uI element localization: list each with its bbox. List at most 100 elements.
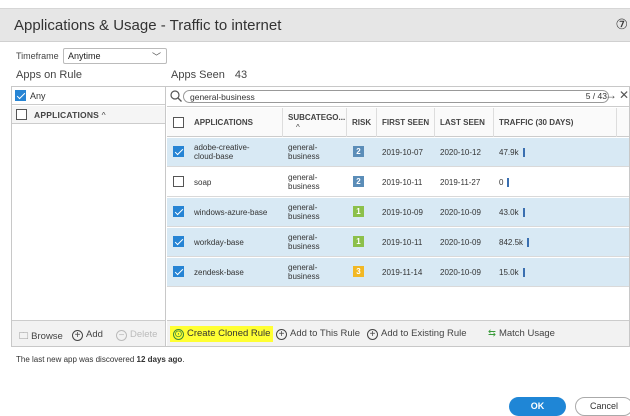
risk-badge: 2 — [353, 146, 364, 157]
apps-seen-pane: general-business 5 / 43 → ✕ APPLICATIONS… — [167, 87, 629, 346]
traffic-bar — [527, 238, 530, 248]
table-row[interactable]: adobe-creative-cloud-base general-busines… — [167, 138, 629, 167]
subcategory: general-business — [288, 233, 320, 251]
risk-cell: 2 — [347, 168, 377, 197]
plus-icon: + — [72, 330, 83, 341]
last-seen: 2020-10-09 — [440, 208, 481, 217]
risk-badge: 1 — [353, 236, 364, 247]
traffic-value: 0 — [499, 178, 504, 187]
search-input[interactable]: general-business — [183, 90, 609, 103]
row-checkbox[interactable] — [173, 146, 184, 157]
any-checkbox[interactable] — [15, 90, 26, 101]
row-checkbox[interactable] — [173, 236, 184, 247]
arrow-right-icon[interactable]: → — [605, 88, 617, 102]
apps-on-rule-pane: Any APPLICATIONS ^ 🗀 Browse + Add − Delete — [12, 87, 166, 346]
last-seen: 2020-10-09 — [440, 238, 481, 247]
app-name: adobe-creative-cloud-base — [194, 143, 250, 161]
apps-seen-actions: ⊙ Create Cloned Rule + Add to This Rule + A… — [167, 320, 629, 346]
apps-on-rule-footer: 🗀 Browse + Add − Delete — [12, 320, 165, 346]
subcategory: general-business — [288, 203, 320, 221]
app-name: soap — [194, 178, 212, 187]
traffic-bar — [522, 208, 525, 218]
first-seen: 2019-11-14 — [382, 268, 423, 277]
traffic-bar — [507, 178, 510, 188]
column-risk[interactable]: RISK — [347, 108, 377, 137]
subcategory: general-business — [288, 143, 320, 161]
search-result-count: 5 / 43 — [585, 91, 607, 101]
browse-button[interactable]: 🗀 Browse — [19, 329, 63, 345]
risk-cell: 3 — [347, 258, 377, 287]
table-row[interactable]: windows-azure-base general-business 1 2019-… — [167, 198, 629, 227]
match-usage-button[interactable]: ⇆ Match Usage — [488, 328, 555, 339]
app-name: workday-base — [194, 238, 244, 247]
search-icon — [170, 90, 182, 102]
apps-on-rule-header: Apps on Rule — [16, 69, 83, 81]
help-icon[interactable]: ⑦ — [612, 16, 628, 34]
traffic-cell: 47.9k — [494, 138, 617, 167]
row-checkbox[interactable] — [173, 206, 184, 217]
column-last-seen[interactable]: LAST SEEN — [435, 108, 494, 137]
app-name: windows-azure-base — [194, 208, 268, 217]
risk-cell: 2 — [347, 138, 377, 167]
last-seen: 2019-11-27 — [440, 178, 481, 187]
traffic-cell: 0 — [494, 168, 617, 197]
traffic-value: 43.0k — [499, 208, 519, 217]
risk-badge: 3 — [353, 266, 364, 277]
create-cloned-rule-button[interactable]: ⊙ Create Cloned Rule — [170, 326, 274, 342]
first-seen: 2019-10-11 — [382, 238, 423, 247]
any-row[interactable]: Any — [12, 87, 165, 105]
cancel-button[interactable]: Cancel — [575, 397, 630, 416]
first-seen: 2019-10-11 — [382, 178, 423, 187]
column-subcategory[interactable]: SUBCATEGO... ^ — [283, 108, 347, 137]
first-seen: 2019-10-09 — [382, 208, 423, 217]
applications-column-label: APPLICATIONS ^ — [34, 110, 106, 120]
row-checkbox[interactable] — [173, 176, 184, 187]
close-icon[interactable]: ✕ — [619, 88, 629, 102]
apps-on-rule-column-header[interactable]: APPLICATIONS ^ — [12, 106, 165, 124]
first-seen: 2019-10-07 — [382, 148, 423, 157]
traffic-value: 47.9k — [499, 148, 519, 157]
search-row: general-business 5 / 43 → ✕ — [167, 87, 629, 107]
add-button[interactable]: + Add — [72, 329, 103, 341]
table-row[interactable]: zendesk-base general-business 3 2019-11-14 2… — [167, 258, 629, 287]
plus-icon: + — [367, 329, 378, 340]
select-all-checkbox[interactable] — [16, 109, 27, 120]
table-row[interactable]: workday-base general-business 1 2019-10-11 2… — [167, 228, 629, 257]
traffic-bar — [522, 268, 525, 278]
chevron-down-icon: ﹀ — [151, 52, 161, 62]
last-seen: 2020-10-12 — [440, 148, 481, 157]
traffic-cell: 43.0k — [494, 198, 617, 227]
any-label: Any — [30, 91, 46, 101]
apps-seen-count: 43 — [234, 69, 248, 81]
apps-frame: Any APPLICATIONS ^ 🗀 Browse + Add − Delete — [11, 86, 630, 347]
risk-badge: 2 — [353, 176, 364, 187]
risk-badge: 1 — [353, 206, 364, 217]
traffic-value: 15.0k — [499, 268, 519, 277]
column-traffic[interactable]: TRAFFIC (30 DAYS) — [494, 108, 617, 137]
apps-seen-label: Apps Seen — [171, 69, 225, 81]
apps-seen-header: Apps Seen 43 — [171, 69, 247, 81]
ok-button[interactable]: OK — [509, 397, 566, 416]
last-discovered-note: The last new app was discovered 12 days … — [16, 355, 185, 364]
row-checkbox[interactable] — [173, 266, 184, 277]
select-all-apps-checkbox[interactable] — [173, 117, 184, 128]
traffic-value: 842.5k — [499, 238, 524, 247]
browse-icon: 🗀 — [19, 331, 29, 342]
clone-icon: ⊙ — [173, 329, 184, 340]
column-applications[interactable]: APPLICATIONS — [189, 108, 283, 137]
apps-table-header: APPLICATIONS SUBCATEGO... ^ RISK FIRST SE… — [167, 108, 629, 137]
add-to-this-rule-button[interactable]: + Add to This Rule — [276, 328, 360, 340]
risk-cell: 1 — [347, 198, 377, 227]
timeframe-select[interactable]: Anytime ﹀ — [63, 48, 167, 64]
add-to-existing-rule-button[interactable]: + Add to Existing Rule — [367, 328, 467, 340]
app-name: zendesk-base — [194, 268, 244, 277]
dialog-titlebar: Applications & Usage - Traffic to intern… — [0, 8, 630, 42]
subcategory: general-business — [288, 263, 320, 281]
timeframe-value: Anytime — [68, 51, 101, 61]
swap-arrows-icon: ⇆ — [488, 328, 496, 339]
delete-button[interactable]: − Delete — [116, 329, 157, 341]
last-seen: 2020-10-09 — [440, 268, 481, 277]
subcategory: general-business — [288, 173, 320, 191]
column-first-seen[interactable]: FIRST SEEN — [377, 108, 435, 137]
table-row[interactable]: soap general-business 2 2019-10-11 2019-11-2… — [167, 168, 629, 197]
